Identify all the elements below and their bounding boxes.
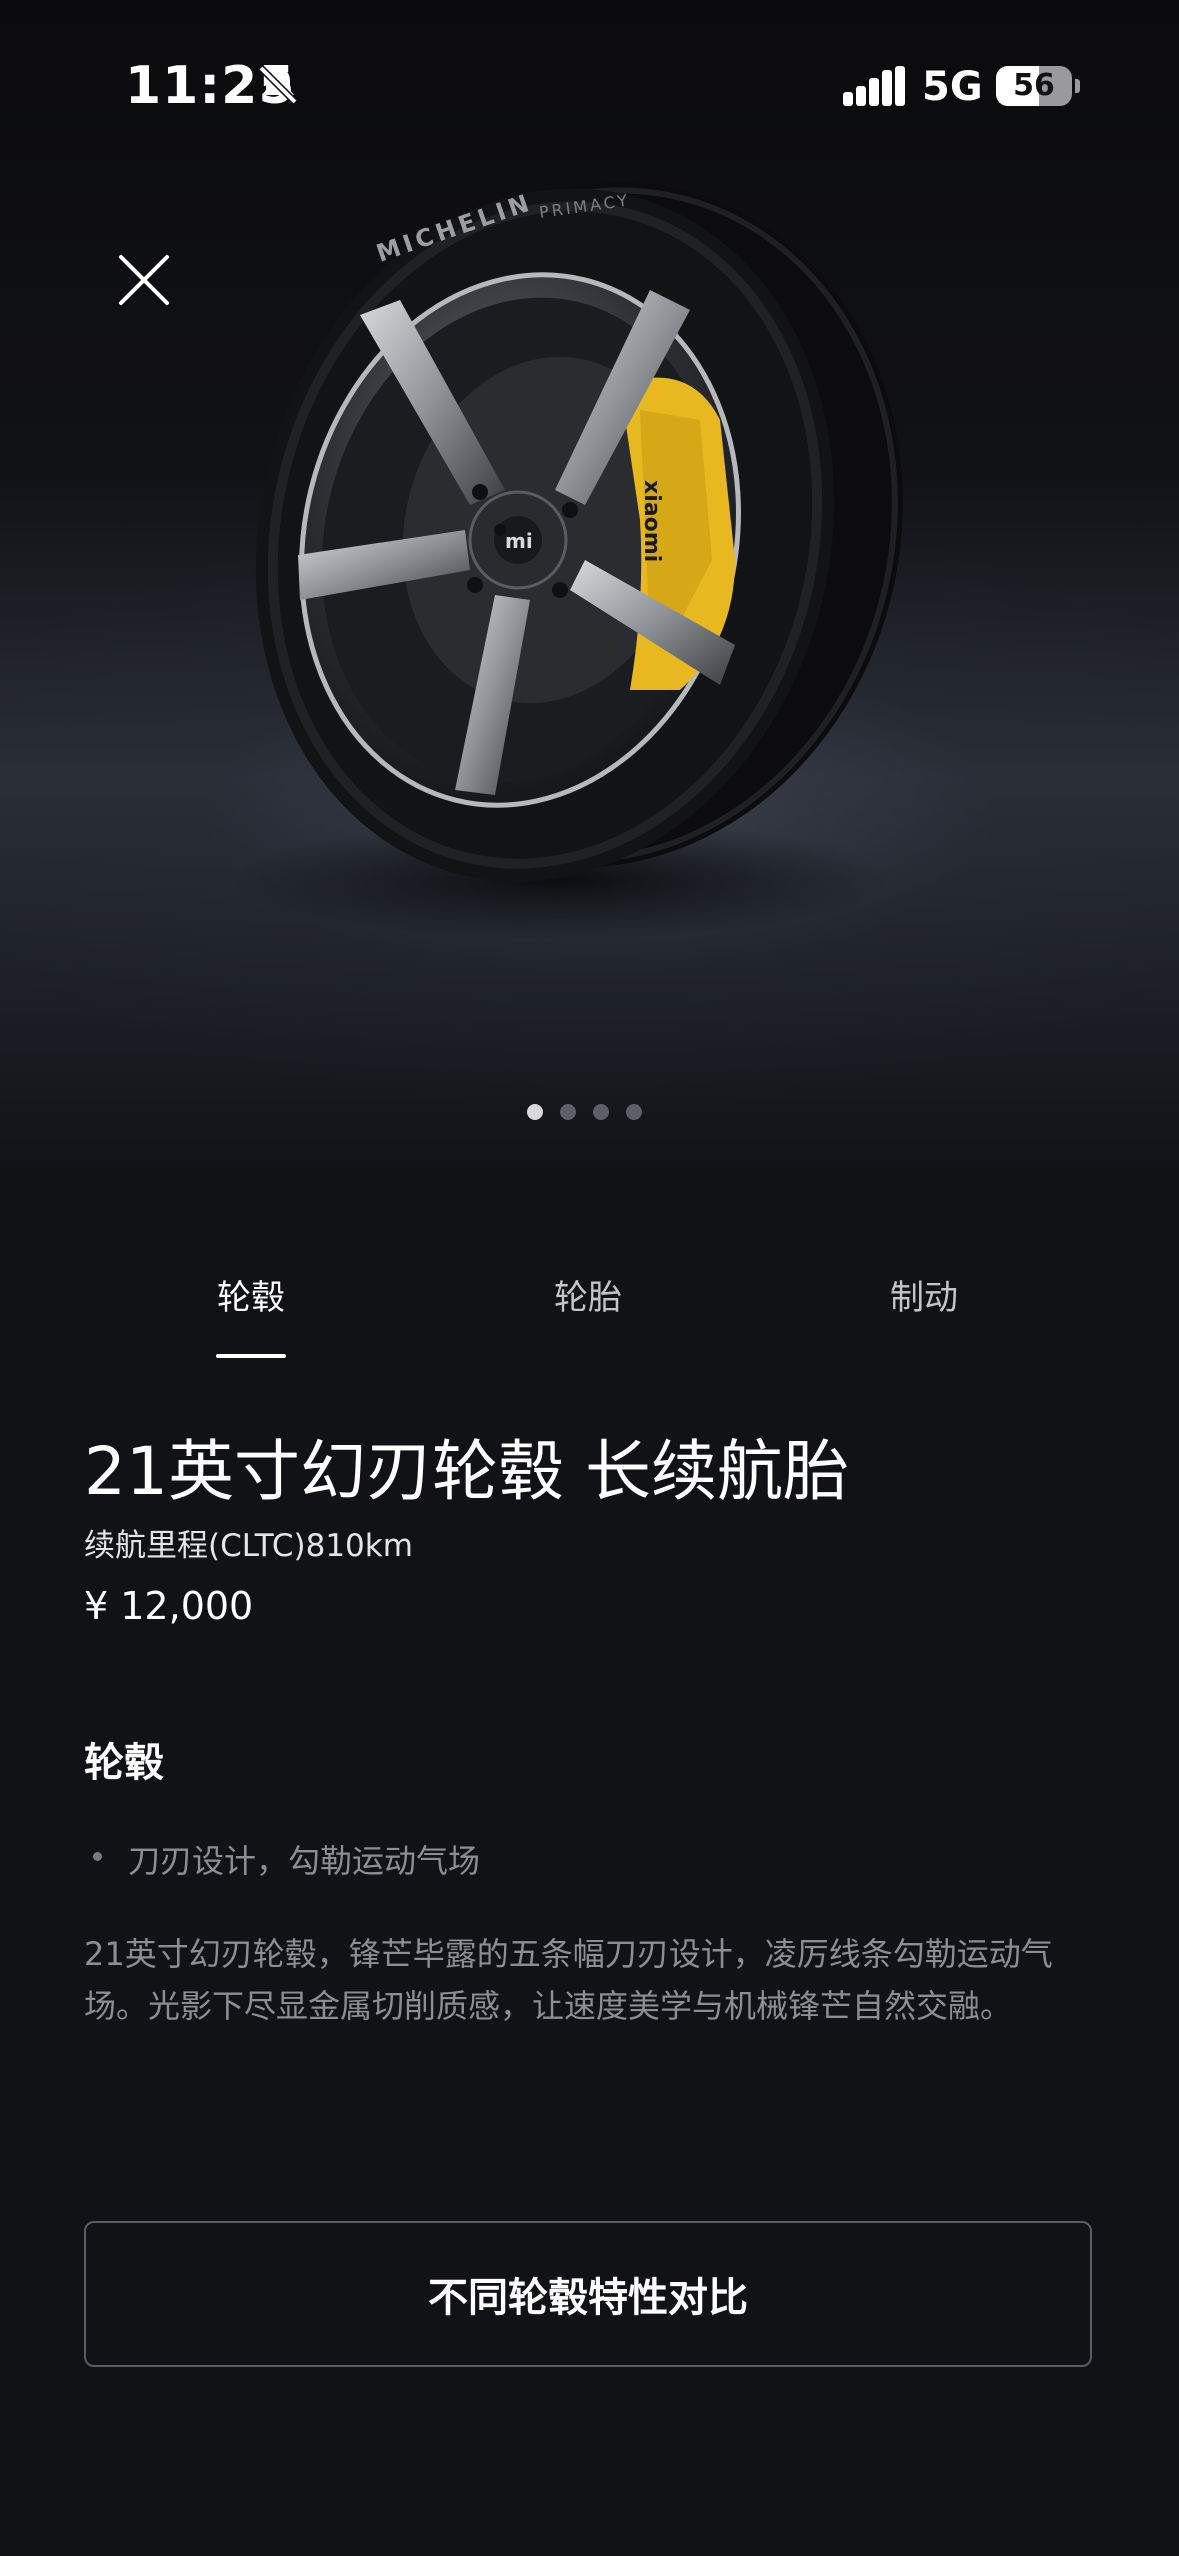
range-text: 续航里程(CLTC)810km — [84, 1528, 413, 1564]
tab-tire[interactable]: 轮胎 — [488, 1270, 688, 1360]
caliper-text: xiaomi — [639, 480, 664, 562]
pager-dot[interactable] — [626, 1104, 642, 1120]
hub-logo-text: mi — [505, 529, 533, 553]
pager-dot[interactable] — [527, 1104, 543, 1120]
bullet-dot — [93, 1852, 102, 1861]
tab-bar: 轮毂 轮胎 制动 — [0, 1270, 1179, 1360]
battery-cap — [1075, 79, 1080, 93]
pager-dot[interactable] — [593, 1104, 609, 1120]
feature-description: 21英寸幻刃轮毂，锋芒毕露的五条幅刀刃设计，凌厉线条勾勒运动气场。光影下尽显金属… — [84, 1935, 1053, 2025]
status-bar: 11:25 5G 56 — [0, 0, 1179, 170]
price-text: ¥ 12,000 — [84, 1584, 254, 1628]
section-heading: 轮毂 — [84, 1740, 164, 1786]
network-type-label: 5G — [922, 64, 983, 110]
tab-brake[interactable]: 制动 — [824, 1270, 1024, 1360]
carousel-pager[interactable] — [527, 1104, 642, 1120]
close-button[interactable] — [104, 240, 184, 320]
feature-bullet-text: 刀刃设计，勾勒运动气场 — [128, 1842, 481, 1880]
tab-label: 轮毂 — [217, 1278, 285, 1318]
active-tab-indicator — [216, 1354, 286, 1358]
close-icon — [119, 255, 169, 305]
compare-wheels-button[interactable]: 不同轮毂特性对比 — [84, 2221, 1092, 2367]
pager-dot[interactable] — [560, 1104, 576, 1120]
battery-icon: 56 — [996, 66, 1072, 106]
mute-bell-icon — [258, 65, 298, 105]
tab-label: 轮胎 — [554, 1278, 622, 1318]
battery-level-text: 56 — [1013, 68, 1055, 103]
compare-button-label: 不同轮毂特性对比 — [428, 2275, 748, 2321]
hero-carousel[interactable]: MICHELIN PRIMACY xiaomi mi 11:25 5G 56 — [0, 0, 1179, 1180]
wheel-image: MICHELIN PRIMACY xiaomi mi — [230, 182, 903, 940]
tab-wheel-hub[interactable]: 轮毂 — [151, 1270, 351, 1360]
signal-strength-icon — [843, 66, 905, 106]
tab-label: 制动 — [890, 1278, 958, 1318]
product-title: 21英寸幻刃轮毂 长续航胎 — [84, 1433, 849, 1510]
